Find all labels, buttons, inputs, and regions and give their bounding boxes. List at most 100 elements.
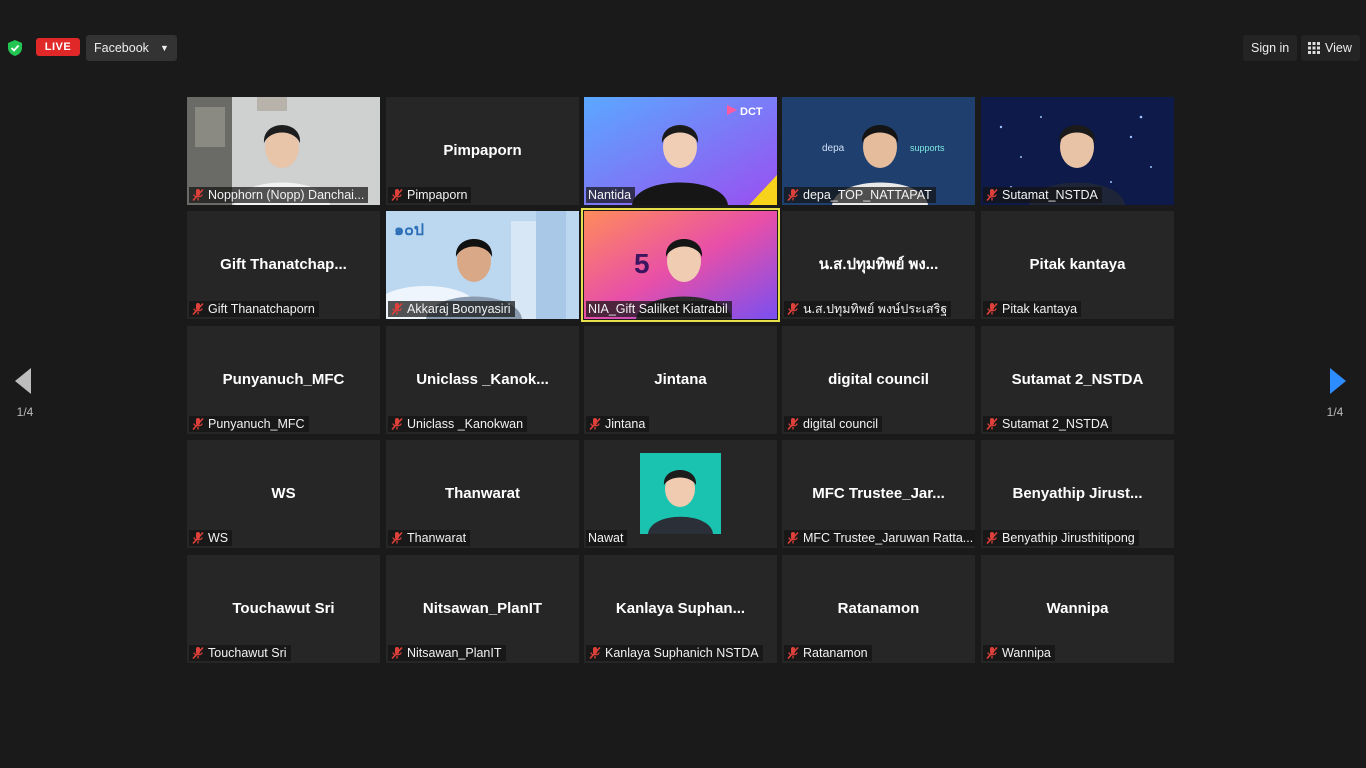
participant-tile[interactable]: Pimpaporn Pimpaporn	[386, 97, 579, 205]
stream-target-label: Facebook	[94, 41, 149, 55]
participant-tile[interactable]: Nopphorn (Nopp) Danchai...	[187, 97, 380, 205]
participant-name: Uniclass _Kanokwan	[407, 417, 524, 431]
participant-tile[interactable]: Nitsawan_PlanIT Nitsawan_PlanIT	[386, 555, 579, 663]
participant-tile[interactable]: Thanwarat Thanwarat	[386, 440, 579, 548]
left-page-indicator: 1/4	[16, 405, 34, 419]
participant-name: Jintana	[605, 417, 646, 431]
muted-microphone-icon	[391, 417, 403, 431]
participant-name-label: MFC Trustee_Jaruwan Ratta...	[784, 530, 975, 546]
participant-tile[interactable]: Sutamat 2_NSTDA Sutamat 2_NSTDA	[981, 326, 1174, 434]
svg-text:DCT: DCT	[740, 106, 763, 118]
sign-in-button[interactable]: Sign in	[1243, 35, 1298, 61]
participant-name: Sutamat 2_NSTDA	[1002, 417, 1109, 431]
participant-name-label: Nitsawan_PlanIT	[388, 645, 506, 661]
participant-name-label: Punyanuch_MFC	[189, 416, 309, 432]
participant-tile[interactable]: WS WS	[187, 440, 380, 548]
participant-name-label: WS	[189, 530, 233, 546]
next-page-arrow-icon[interactable]	[1325, 362, 1351, 402]
svg-text:๑๐ป: ๑๐ป	[394, 222, 424, 239]
muted-microphone-icon	[391, 646, 403, 660]
participant-name: WS	[208, 531, 229, 545]
participant-name-label: Sutamat 2_NSTDA	[983, 416, 1113, 432]
participant-name: Sutamat_NSTDA	[1002, 188, 1098, 202]
participant-name-label: NIA_Gift Salilket Kiatrabil	[586, 301, 732, 317]
muted-microphone-icon	[589, 646, 601, 660]
participant-name: Thanwarat	[407, 531, 467, 545]
muted-microphone-icon	[192, 188, 204, 202]
participant-name-label: Pimpaporn	[388, 187, 472, 203]
participant-tile[interactable]: 5 NIA_Gift Salilket Kiatrabil	[581, 208, 780, 322]
muted-microphone-icon	[192, 531, 204, 545]
participant-name: MFC Trustee_Jaruwan Ratta...	[803, 531, 974, 545]
meeting-top-bar: LIVE Facebook ▼ Sign in View	[0, 0, 1366, 95]
participant-name: NIA_Gift Salilket Kiatrabil	[588, 302, 728, 316]
view-label: View	[1325, 41, 1352, 55]
previous-page-arrow-icon[interactable]	[11, 362, 37, 402]
participant-name-label: น.ส.ปทุมทิพย์ พงษ์ประเสริฐ	[784, 301, 952, 317]
muted-microphone-icon	[391, 302, 403, 316]
participant-name-label: Thanwarat	[388, 530, 471, 546]
muted-microphone-icon	[787, 646, 799, 660]
participant-name-label: Nawat	[586, 530, 628, 546]
participant-tile[interactable]: Gift Thanatchap... Gift Thanatchaporn	[187, 211, 380, 319]
participant-tile[interactable]: depa supports depa_TOP_NATTAPAT	[782, 97, 975, 205]
participant-name: Touchawut Sri	[208, 646, 287, 660]
participant-name-label: Kanlaya Suphanich NSTDA	[586, 645, 763, 661]
participant-name-label: Pitak kantaya	[983, 301, 1082, 317]
chevron-down-icon: ▼	[159, 43, 169, 53]
muted-microphone-icon	[986, 188, 998, 202]
view-button[interactable]: View	[1301, 35, 1360, 61]
participant-name-label: Sutamat_NSTDA	[983, 187, 1102, 203]
participant-tile[interactable]: Uniclass _Kanok... Uniclass _Kanokwan	[386, 326, 579, 434]
participant-tile[interactable]: MFC Trustee_Jar... MFC Trustee_Jaruwan Ra…	[782, 440, 975, 548]
participant-name-label: Benyathip Jirusthitipong	[983, 530, 1139, 546]
participant-name: Akkaraj Boonyasiri	[407, 302, 511, 316]
participant-tile[interactable]: Sutamat_NSTDA	[981, 97, 1174, 205]
participant-name-label: Uniclass _Kanokwan	[388, 416, 528, 432]
participant-name: Ratanamon	[803, 646, 868, 660]
participant-tile[interactable]: DCT Nantida	[584, 97, 777, 205]
participant-name: Kanlaya Suphanich NSTDA	[605, 646, 759, 660]
muted-microphone-icon	[986, 302, 998, 316]
participant-name-label: Nopphorn (Nopp) Danchai...	[189, 187, 369, 203]
participant-name-label: Jintana	[586, 416, 650, 432]
participant-tile[interactable]: Nawat	[584, 440, 777, 548]
participant-avatar	[640, 453, 721, 534]
participant-tile[interactable]: ๑๐ป Akkaraj Boonyasiri	[386, 211, 579, 319]
live-badge: LIVE	[36, 38, 80, 56]
participant-tile[interactable]: Touchawut Sri Touchawut Sri	[187, 555, 380, 663]
participant-name-label: Akkaraj Boonyasiri	[388, 301, 515, 317]
participant-tile[interactable]: Wannipa Wannipa	[981, 555, 1174, 663]
participant-name: น.ส.ปทุมทิพย์ พงษ์ประเสริฐ	[803, 302, 948, 316]
muted-microphone-icon	[986, 531, 998, 545]
participant-name: Nantida	[588, 188, 632, 202]
muted-microphone-icon	[391, 531, 403, 545]
participant-name-label: Gift Thanatchaporn	[189, 301, 319, 317]
participant-name: Pitak kantaya	[1002, 302, 1078, 316]
participant-tile[interactable]: Kanlaya Suphan... Kanlaya Suphanich NSTDA	[584, 555, 777, 663]
participant-name: Nawat	[588, 531, 624, 545]
participant-tile[interactable]: Ratanamon Ratanamon	[782, 555, 975, 663]
muted-microphone-icon	[986, 417, 998, 431]
muted-microphone-icon	[787, 531, 799, 545]
muted-microphone-icon	[787, 302, 799, 316]
participant-tile[interactable]: digital council digital council	[782, 326, 975, 434]
participant-tile[interactable]: Benyathip Jirust... Benyathip Jirusthitip…	[981, 440, 1174, 548]
participant-tile[interactable]: Jintana Jintana	[584, 326, 777, 434]
participant-tile[interactable]: Punyanuch_MFC Punyanuch_MFC	[187, 326, 380, 434]
security-shield-icon[interactable]	[8, 40, 22, 56]
muted-microphone-icon	[787, 188, 799, 202]
participant-name: Punyanuch_MFC	[208, 417, 305, 431]
participant-tile[interactable]: น.ส.ปทุมทิพย์ พง... น.ส.ปทุมทิพย์ พงษ์ประ…	[782, 211, 975, 319]
participant-name-label: digital council	[784, 416, 883, 432]
participant-name-label: Nantida	[586, 187, 636, 203]
stream-target-dropdown[interactable]: Facebook ▼	[86, 35, 177, 61]
svg-text:5: 5	[634, 248, 650, 279]
participant-tile[interactable]: Pitak kantaya Pitak kantaya	[981, 211, 1174, 319]
participant-name: digital council	[803, 417, 879, 431]
muted-microphone-icon	[192, 417, 204, 431]
muted-microphone-icon	[787, 417, 799, 431]
svg-text:depa: depa	[822, 143, 845, 154]
grid-view-icon	[1308, 42, 1320, 54]
muted-microphone-icon	[391, 188, 403, 202]
